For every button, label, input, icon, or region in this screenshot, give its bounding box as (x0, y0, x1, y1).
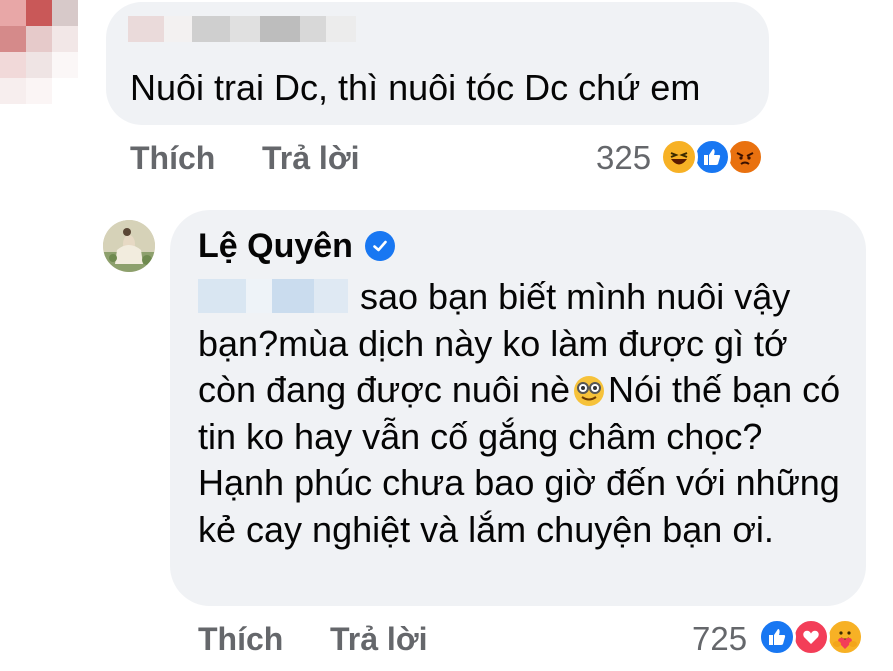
avatar-blurred[interactable] (0, 0, 78, 110)
mention-blurred[interactable] (198, 279, 348, 313)
like-action-button[interactable]: Thích (130, 140, 215, 177)
haha-icon[interactable] (660, 138, 698, 176)
reaction-count[interactable]: 725 (692, 620, 747, 658)
comment-text: Nuôi trai Dc, thì nuôi tóc Dc chứ em (130, 67, 701, 108)
author-row: Lệ Quyên (198, 224, 395, 268)
angry-icon[interactable] (726, 138, 764, 176)
comment-bubble: Nuôi trai Dc, thì nuôi tóc Dc chứ em (106, 2, 769, 125)
comment-actions: Thích Trả lời (130, 140, 430, 180)
author-name[interactable]: Lệ Quyên (198, 226, 353, 266)
commenter-name-blurred[interactable] (128, 10, 356, 50)
like-action-button[interactable]: Thích (198, 621, 283, 658)
love-icon[interactable] (792, 618, 830, 656)
reply-actions: Thích Trả lời (198, 621, 498, 661)
like-icon[interactable] (758, 618, 796, 656)
reply-bubble: Lệ Quyên sao bạn biết mình nuôi vậy bạn?… (170, 210, 866, 606)
care-icon[interactable] (826, 618, 864, 656)
reply-action-button[interactable]: Trả lời (262, 140, 359, 177)
reaction-count[interactable]: 325 (596, 139, 651, 177)
verified-badge-icon (364, 231, 395, 261)
author-avatar[interactable] (103, 220, 155, 272)
smiling-face-with-glasses-icon (573, 376, 604, 406)
reply-text: sao bạn biết mình nuôi vậy bạn?mùa dịch … (198, 274, 848, 553)
reply-action-button[interactable]: Trả lời (330, 621, 427, 658)
like-icon[interactable] (693, 138, 731, 176)
